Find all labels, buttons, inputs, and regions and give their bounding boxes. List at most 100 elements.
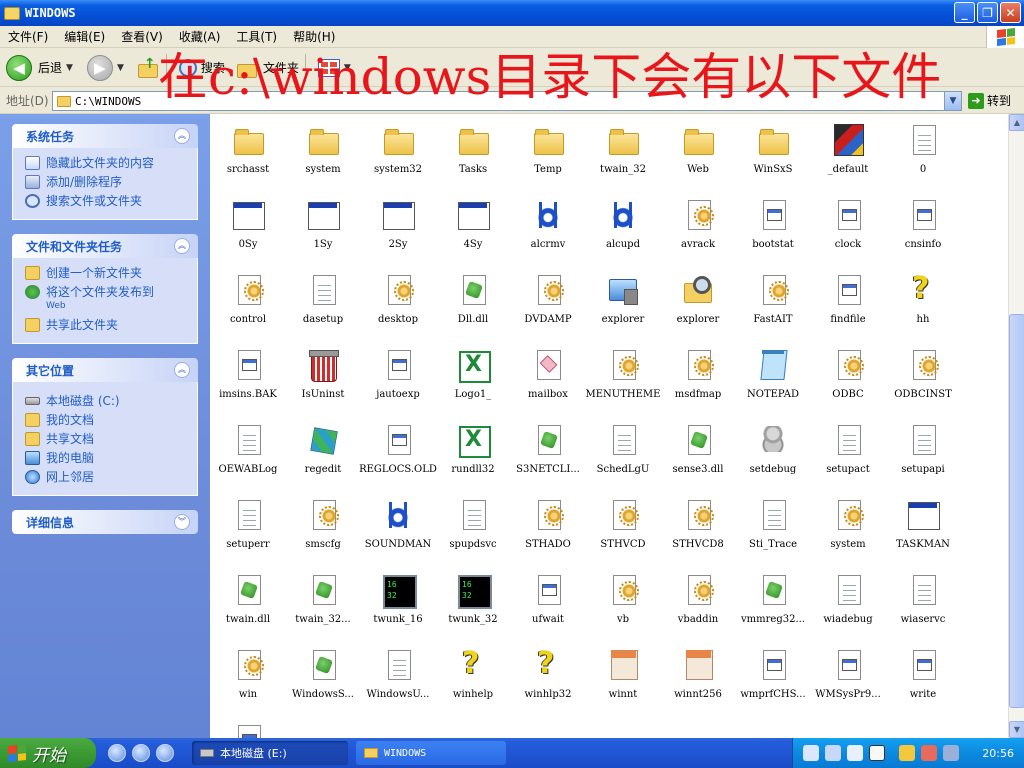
menu-view[interactable]: 查看(V) [113, 28, 171, 45]
volume-icon[interactable] [921, 745, 937, 761]
security-icon[interactable] [943, 745, 959, 761]
up-folder-button[interactable]: ↑ [137, 56, 160, 78]
file-item[interactable]: winhelp [435, 644, 511, 716]
pen-icon[interactable] [825, 745, 841, 761]
network-status-icon[interactable] [899, 745, 915, 761]
link-hide-folder[interactable]: 隐藏此文件夹的内容 [25, 156, 189, 170]
media-player-icon[interactable] [132, 744, 150, 762]
file-item[interactable]: system [810, 494, 886, 566]
chevron-down-icon[interactable]: ︾ [174, 514, 190, 530]
chevron-up-icon[interactable]: ︽ [174, 128, 190, 144]
file-item[interactable]: 4Sy [435, 194, 511, 266]
file-item[interactable]: 2Sy [360, 194, 436, 266]
file-item[interactable]: explorer [585, 269, 661, 341]
file-item[interactable]: 0Sy [210, 194, 286, 266]
file-item[interactable]: explorer [660, 269, 736, 341]
file-item[interactable]: WMSysPr9... [810, 644, 886, 716]
file-item[interactable]: NOTEPAD [735, 344, 811, 416]
file-item[interactable]: smscfg [285, 494, 361, 566]
file-item[interactable]: STHVCD [585, 494, 661, 566]
file-item[interactable]: setuperr [210, 494, 286, 566]
file-item[interactable]: winnt256 [660, 644, 736, 716]
file-item[interactable]: regedit [285, 419, 361, 491]
task-windows-folder[interactable]: WINDOWS [356, 741, 506, 765]
file-item[interactable]: winhlp32 [510, 644, 586, 716]
file-item[interactable]: imsins.BAK [210, 344, 286, 416]
browser-icon[interactable] [108, 744, 126, 762]
file-item[interactable]: ODBCINST [885, 344, 961, 416]
file-item[interactable]: win [210, 644, 286, 716]
link-add-remove-programs[interactable]: 添加/删除程序 [25, 175, 189, 189]
link-my-documents[interactable]: 我的文档 [25, 413, 189, 427]
file-item[interactable]: S3NETCLI... [510, 419, 586, 491]
file-item[interactable]: IsUninst [285, 344, 361, 416]
file-item[interactable]: DVDAMP [510, 269, 586, 341]
link-share-folder[interactable]: 共享此文件夹 [25, 318, 189, 332]
vertical-scrollbar[interactable]: ▲ ▼ [1008, 114, 1024, 738]
file-item[interactable]: mailbox [510, 344, 586, 416]
file-item[interactable]: srchasst [210, 119, 286, 191]
panel-header[interactable]: 其它位置 ︽ [12, 358, 198, 382]
file-item[interactable]: control [210, 269, 286, 341]
messenger-icon[interactable] [156, 744, 174, 762]
chevron-down-icon[interactable]: ▼ [66, 63, 73, 73]
file-item[interactable]: alcrmv [510, 194, 586, 266]
scroll-thumb[interactable] [1009, 314, 1024, 708]
file-item[interactable]: cnsinfo [885, 194, 961, 266]
panel-header[interactable]: 详细信息 ︾ [12, 510, 198, 534]
forward-button[interactable]: ▶ ▼ [86, 54, 124, 81]
file-item[interactable]: Tasks [435, 119, 511, 191]
file-item[interactable]: _default [810, 119, 886, 191]
file-item[interactable]: twunk_32 [435, 569, 511, 641]
file-item[interactable]: STHVCD8 [660, 494, 736, 566]
link-publish-web[interactable]: 将这个文件夹发布到 Web [25, 285, 189, 313]
file-item[interactable]: Logo1_ [435, 344, 511, 416]
close-button[interactable]: ✕ [1000, 2, 1021, 23]
menu-tools[interactable]: 工具(T) [228, 28, 285, 45]
file-item[interactable]: bootstat [735, 194, 811, 266]
link-my-computer[interactable]: 我的电脑 [25, 451, 189, 465]
file-item[interactable]: setupapi [885, 419, 961, 491]
chevron-down-icon[interactable]: ▼ [944, 92, 961, 110]
file-item[interactable]: vb [585, 569, 661, 641]
link-network-places[interactable]: 网上邻居 [25, 470, 189, 484]
folders-button[interactable]: 文件夹 [236, 58, 299, 78]
file-item[interactable]: WindowsU... [360, 644, 436, 716]
file-item[interactable]: Dll.dll [435, 269, 511, 341]
file-item[interactable]: Sti_Trace [735, 494, 811, 566]
file-item[interactable]: system [285, 119, 361, 191]
file-item[interactable]: msdfmap [660, 344, 736, 416]
link-search[interactable]: 搜索文件或文件夹 [25, 194, 189, 208]
chevron-up-icon[interactable]: ︽ [174, 362, 190, 378]
file-item[interactable]: hh [885, 269, 961, 341]
link-new-folder[interactable]: 创建一个新文件夹 [25, 266, 189, 280]
file-item[interactable]: clock [810, 194, 886, 266]
file-item[interactable]: SOUNDMAN [360, 494, 436, 566]
chevron-down-icon[interactable]: ▼ [344, 63, 351, 73]
file-item[interactable]: FastAIT [735, 269, 811, 341]
file-item[interactable]: wmprfCHS... [735, 644, 811, 716]
menu-favorites[interactable]: 收藏(A) [171, 28, 229, 45]
address-input[interactable]: C:\WINDOWS ▼ [52, 91, 962, 111]
file-item[interactable]: alcupd [585, 194, 661, 266]
file-item[interactable]: WinSxS [735, 119, 811, 191]
file-item[interactable]: winnt [585, 644, 661, 716]
panel-header[interactable]: 文件和文件夹任务 ︽ [12, 234, 198, 258]
back-button[interactable]: ◀ 后退 ▼ [6, 54, 73, 81]
file-item[interactable]: Temp [510, 119, 586, 191]
ime-icon[interactable] [847, 745, 863, 761]
file-item[interactable]: twain_32 [585, 119, 661, 191]
menu-edit[interactable]: 编辑(E) [56, 28, 113, 45]
file-item[interactable]: setdebug [735, 419, 811, 491]
file-item[interactable]: system32 [360, 119, 436, 191]
scroll-down-button[interactable]: ▼ [1009, 721, 1024, 738]
file-item[interactable]: 0 [885, 119, 961, 191]
file-item[interactable]: WindowsS... [285, 644, 361, 716]
link-shared-documents[interactable]: 共享文档 [25, 432, 189, 446]
file-item[interactable]: SchedLgU [585, 419, 661, 491]
maximize-button[interactable]: ❐ [977, 2, 998, 23]
views-button[interactable]: ▼ [317, 58, 351, 77]
file-item[interactable]: write [885, 644, 961, 716]
file-item[interactable]: REGLOCS.OLD [359, 419, 437, 491]
file-item[interactable]: dasetup [285, 269, 361, 341]
